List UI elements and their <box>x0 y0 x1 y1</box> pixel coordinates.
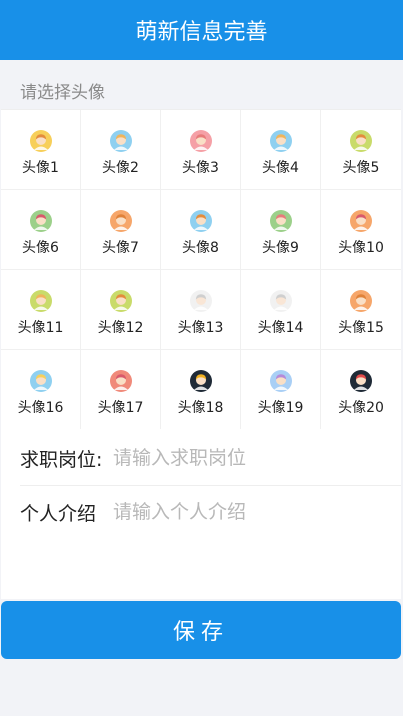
avatar-label: 头像3 <box>182 160 219 176</box>
avatar-label: 头像7 <box>102 240 139 256</box>
avatar-option[interactable]: 头像1 <box>1 110 81 190</box>
job-position-input[interactable] <box>113 447 373 469</box>
app-header: 萌新信息完善 <box>0 0 403 60</box>
avatar-option[interactable]: 头像2 <box>81 110 161 190</box>
avatar-label: 头像17 <box>97 400 144 416</box>
avatar-option[interactable]: 头像4 <box>241 110 321 190</box>
intro-row: 个人介绍 <box>1 485 401 539</box>
avatar-label: 头像11 <box>17 320 64 336</box>
avatar-icon <box>350 370 372 392</box>
avatar-label: 头像20 <box>338 400 384 416</box>
avatar-icon <box>29 370 52 392</box>
job-position-row: 求职岗位: <box>1 431 401 486</box>
save-button[interactable]: 保存 <box>1 601 401 659</box>
avatar-option[interactable]: 头像7 <box>81 190 161 270</box>
avatar-icon <box>109 290 132 312</box>
avatar-label: 头像15 <box>338 320 384 336</box>
avatar-label: 头像18 <box>177 400 224 416</box>
avatar-icon <box>29 290 52 312</box>
avatar-icon <box>189 130 212 152</box>
avatar-section-label: 请选择头像 <box>20 83 105 103</box>
job-position-label: 求职岗位: <box>20 448 103 471</box>
avatar-icon <box>269 130 292 152</box>
avatar-option[interactable]: 头像14 <box>241 270 321 350</box>
intro-label: 个人介绍 <box>20 502 97 525</box>
avatar-label: 头像2 <box>102 160 139 176</box>
avatar-option[interactable]: 头像19 <box>241 350 321 430</box>
avatar-label: 头像6 <box>22 240 59 256</box>
avatar-option[interactable]: 头像8 <box>161 190 241 270</box>
avatar-option[interactable]: 头像11 <box>1 270 81 350</box>
avatar-label: 头像1 <box>22 160 59 176</box>
avatar-option[interactable]: 头像13 <box>161 270 241 350</box>
avatar-icon <box>350 210 372 232</box>
avatar-icon <box>269 210 292 232</box>
avatar-icon <box>350 290 372 312</box>
avatar-label: 头像14 <box>257 320 304 336</box>
avatar-option[interactable]: 头像18 <box>161 350 241 430</box>
avatar-option[interactable]: 头像6 <box>1 190 81 270</box>
avatar-icon <box>109 130 132 152</box>
avatar-option[interactable]: 头像16 <box>1 350 81 430</box>
avatar-icon <box>189 370 212 392</box>
avatar-label: 头像5 <box>342 160 380 176</box>
avatar-icon <box>109 210 132 232</box>
avatar-label: 头像4 <box>262 160 299 176</box>
avatar-icon <box>269 370 292 392</box>
profile-form: 求职岗位: 个人介绍 <box>1 429 401 599</box>
avatar-option[interactable]: 头像10 <box>321 190 401 270</box>
avatar-label: 头像13 <box>177 320 224 336</box>
intro-input[interactable] <box>113 501 373 523</box>
avatar-option[interactable]: 头像15 <box>321 270 401 350</box>
avatar-icon <box>350 130 372 152</box>
avatar-icon <box>29 210 52 232</box>
avatar-option[interactable]: 头像20 <box>321 350 401 430</box>
avatar-label: 头像9 <box>262 240 299 256</box>
avatar-label: 头像19 <box>257 400 304 416</box>
avatar-option[interactable]: 头像12 <box>81 270 161 350</box>
avatar-icon <box>269 290 292 312</box>
page-title: 萌新信息完善 <box>135 20 268 45</box>
avatar-option[interactable]: 头像5 <box>321 110 401 190</box>
avatar-grid: 头像1 头像2 头像3 头像4 头像5 头像6 头像7 头像8 头像9 头像10 头像11 头像12 头… <box>1 109 401 430</box>
avatar-option[interactable]: 头像3 <box>161 110 241 190</box>
avatar-label: 头像10 <box>338 240 384 256</box>
avatar-icon <box>29 130 52 152</box>
avatar-option[interactable]: 头像9 <box>241 190 321 270</box>
avatar-label: 头像12 <box>97 320 144 336</box>
avatar-icon <box>189 290 212 312</box>
avatar-label: 头像16 <box>17 400 64 416</box>
avatar-icon <box>109 370 132 392</box>
avatar-option[interactable]: 头像17 <box>81 350 161 430</box>
avatar-label: 头像8 <box>182 240 219 256</box>
avatar-icon <box>189 210 212 232</box>
